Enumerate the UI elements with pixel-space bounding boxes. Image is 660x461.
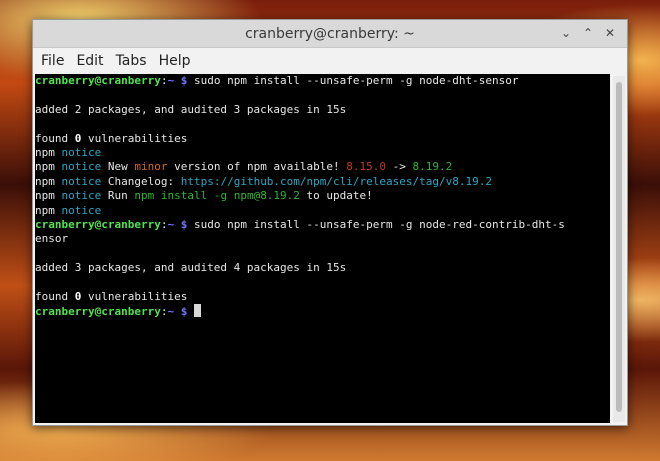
terminal-line: added 2 packages, and audited 3 packages…	[35, 103, 610, 117]
output-text: found	[35, 289, 75, 303]
npm-label: npm	[35, 189, 55, 203]
close-icon: ✕	[604, 26, 616, 40]
terminal-line: npm notice	[35, 146, 610, 160]
changelog-link: https://github.com/npm/cli/releases/tag/…	[180, 174, 492, 188]
menu-help[interactable]: Help	[157, 53, 197, 69]
output-text: New	[101, 160, 135, 174]
close-button[interactable]: ✕	[601, 24, 619, 42]
maximize-icon: ⌃	[582, 26, 594, 40]
minor-label: minor	[134, 160, 168, 174]
minimize-icon: ⌄	[560, 26, 572, 40]
menu-tabs[interactable]: Tabs	[114, 53, 153, 69]
notice-label: notice	[54, 203, 102, 217]
terminal-window: cranberry@cranberry: ~ ⌄ ⌃ ✕ File Edit T…	[32, 19, 628, 426]
menu-bar: File Edit Tabs Help	[33, 48, 627, 74]
minimize-button[interactable]: ⌄	[557, 24, 575, 42]
new-version: 8.19.2	[412, 160, 453, 174]
terminal-line: npm notice Run npm install -g npm@8.19.2…	[35, 189, 610, 203]
output-text: added 2 packages, and audited 3 packages…	[35, 102, 347, 116]
prompt-path: ~ $	[167, 74, 188, 87]
old-version: 8.15.0	[346, 160, 387, 174]
npm-label: npm	[35, 203, 55, 217]
npm-label: npm	[35, 145, 55, 159]
npm-label: npm	[35, 160, 55, 174]
terminal-line: cranberry@cranberry:~ $ sudo npm install…	[35, 218, 610, 232]
command-text: sudo npm install --unsafe-perm -g node-d…	[187, 74, 519, 87]
output-text: Changelog:	[101, 174, 181, 188]
output-text: vulnerabilities	[81, 131, 188, 145]
terminal-line: found 0 vulnerabilities	[35, 132, 610, 146]
npm-label: npm	[35, 174, 55, 188]
output-text: Run	[101, 189, 135, 203]
cursor	[193, 304, 201, 318]
menu-edit[interactable]: Edit	[74, 53, 109, 69]
terminal-line: cranberry@cranberry:~ $ sudo npm install…	[35, 74, 610, 88]
title-bar[interactable]: cranberry@cranberry: ~ ⌄ ⌃ ✕	[33, 20, 627, 48]
prompt-path: ~ $	[167, 305, 188, 319]
window-title: cranberry@cranberry: ~	[245, 25, 415, 42]
terminal-output[interactable]: cranberry@cranberry:~ $ sudo npm install…	[35, 74, 610, 423]
scrollbar-thumb[interactable]	[616, 82, 622, 412]
output-text: found	[35, 131, 75, 145]
prompt-user: cranberry@cranberry	[35, 305, 161, 319]
output-text: to update!	[299, 189, 373, 203]
notice-label: notice	[54, 174, 102, 188]
terminal-line: added 3 packages, and audited 4 packages…	[35, 261, 610, 275]
notice-label: notice	[54, 160, 102, 174]
output-text: ->	[386, 160, 413, 174]
terminal-line: npm notice New minor version of npm avai…	[35, 160, 610, 174]
output-text: ensor	[35, 232, 69, 246]
menu-file[interactable]: File	[39, 53, 70, 69]
prompt-user: cranberry@cranberry	[35, 217, 161, 231]
scrollbar[interactable]	[613, 76, 625, 422]
notice-label: notice	[54, 189, 102, 203]
terminal-line: npm notice	[35, 204, 610, 218]
window-controls: ⌄ ⌃ ✕	[557, 24, 619, 42]
terminal-line: cranberry@cranberry:~ $	[35, 304, 610, 318]
notice-label: notice	[54, 145, 102, 159]
prompt-path: ~ $	[167, 217, 188, 231]
output-text: added 3 packages, and audited 4 packages…	[35, 261, 347, 275]
output-text: vulnerabilities	[81, 289, 188, 303]
terminal-line: found 0 vulnerabilities	[35, 290, 610, 304]
maximize-button[interactable]: ⌃	[579, 24, 597, 42]
update-command: npm install -g npm@8.19.2	[134, 189, 300, 203]
prompt-user: cranberry@cranberry	[35, 74, 161, 87]
terminal-line: ensor	[35, 232, 610, 246]
terminal-line: npm notice Changelog: https://github.com…	[35, 175, 610, 189]
command-text: sudo npm install --unsafe-perm -g node-r…	[187, 217, 565, 231]
output-text: version of npm available!	[167, 160, 347, 174]
